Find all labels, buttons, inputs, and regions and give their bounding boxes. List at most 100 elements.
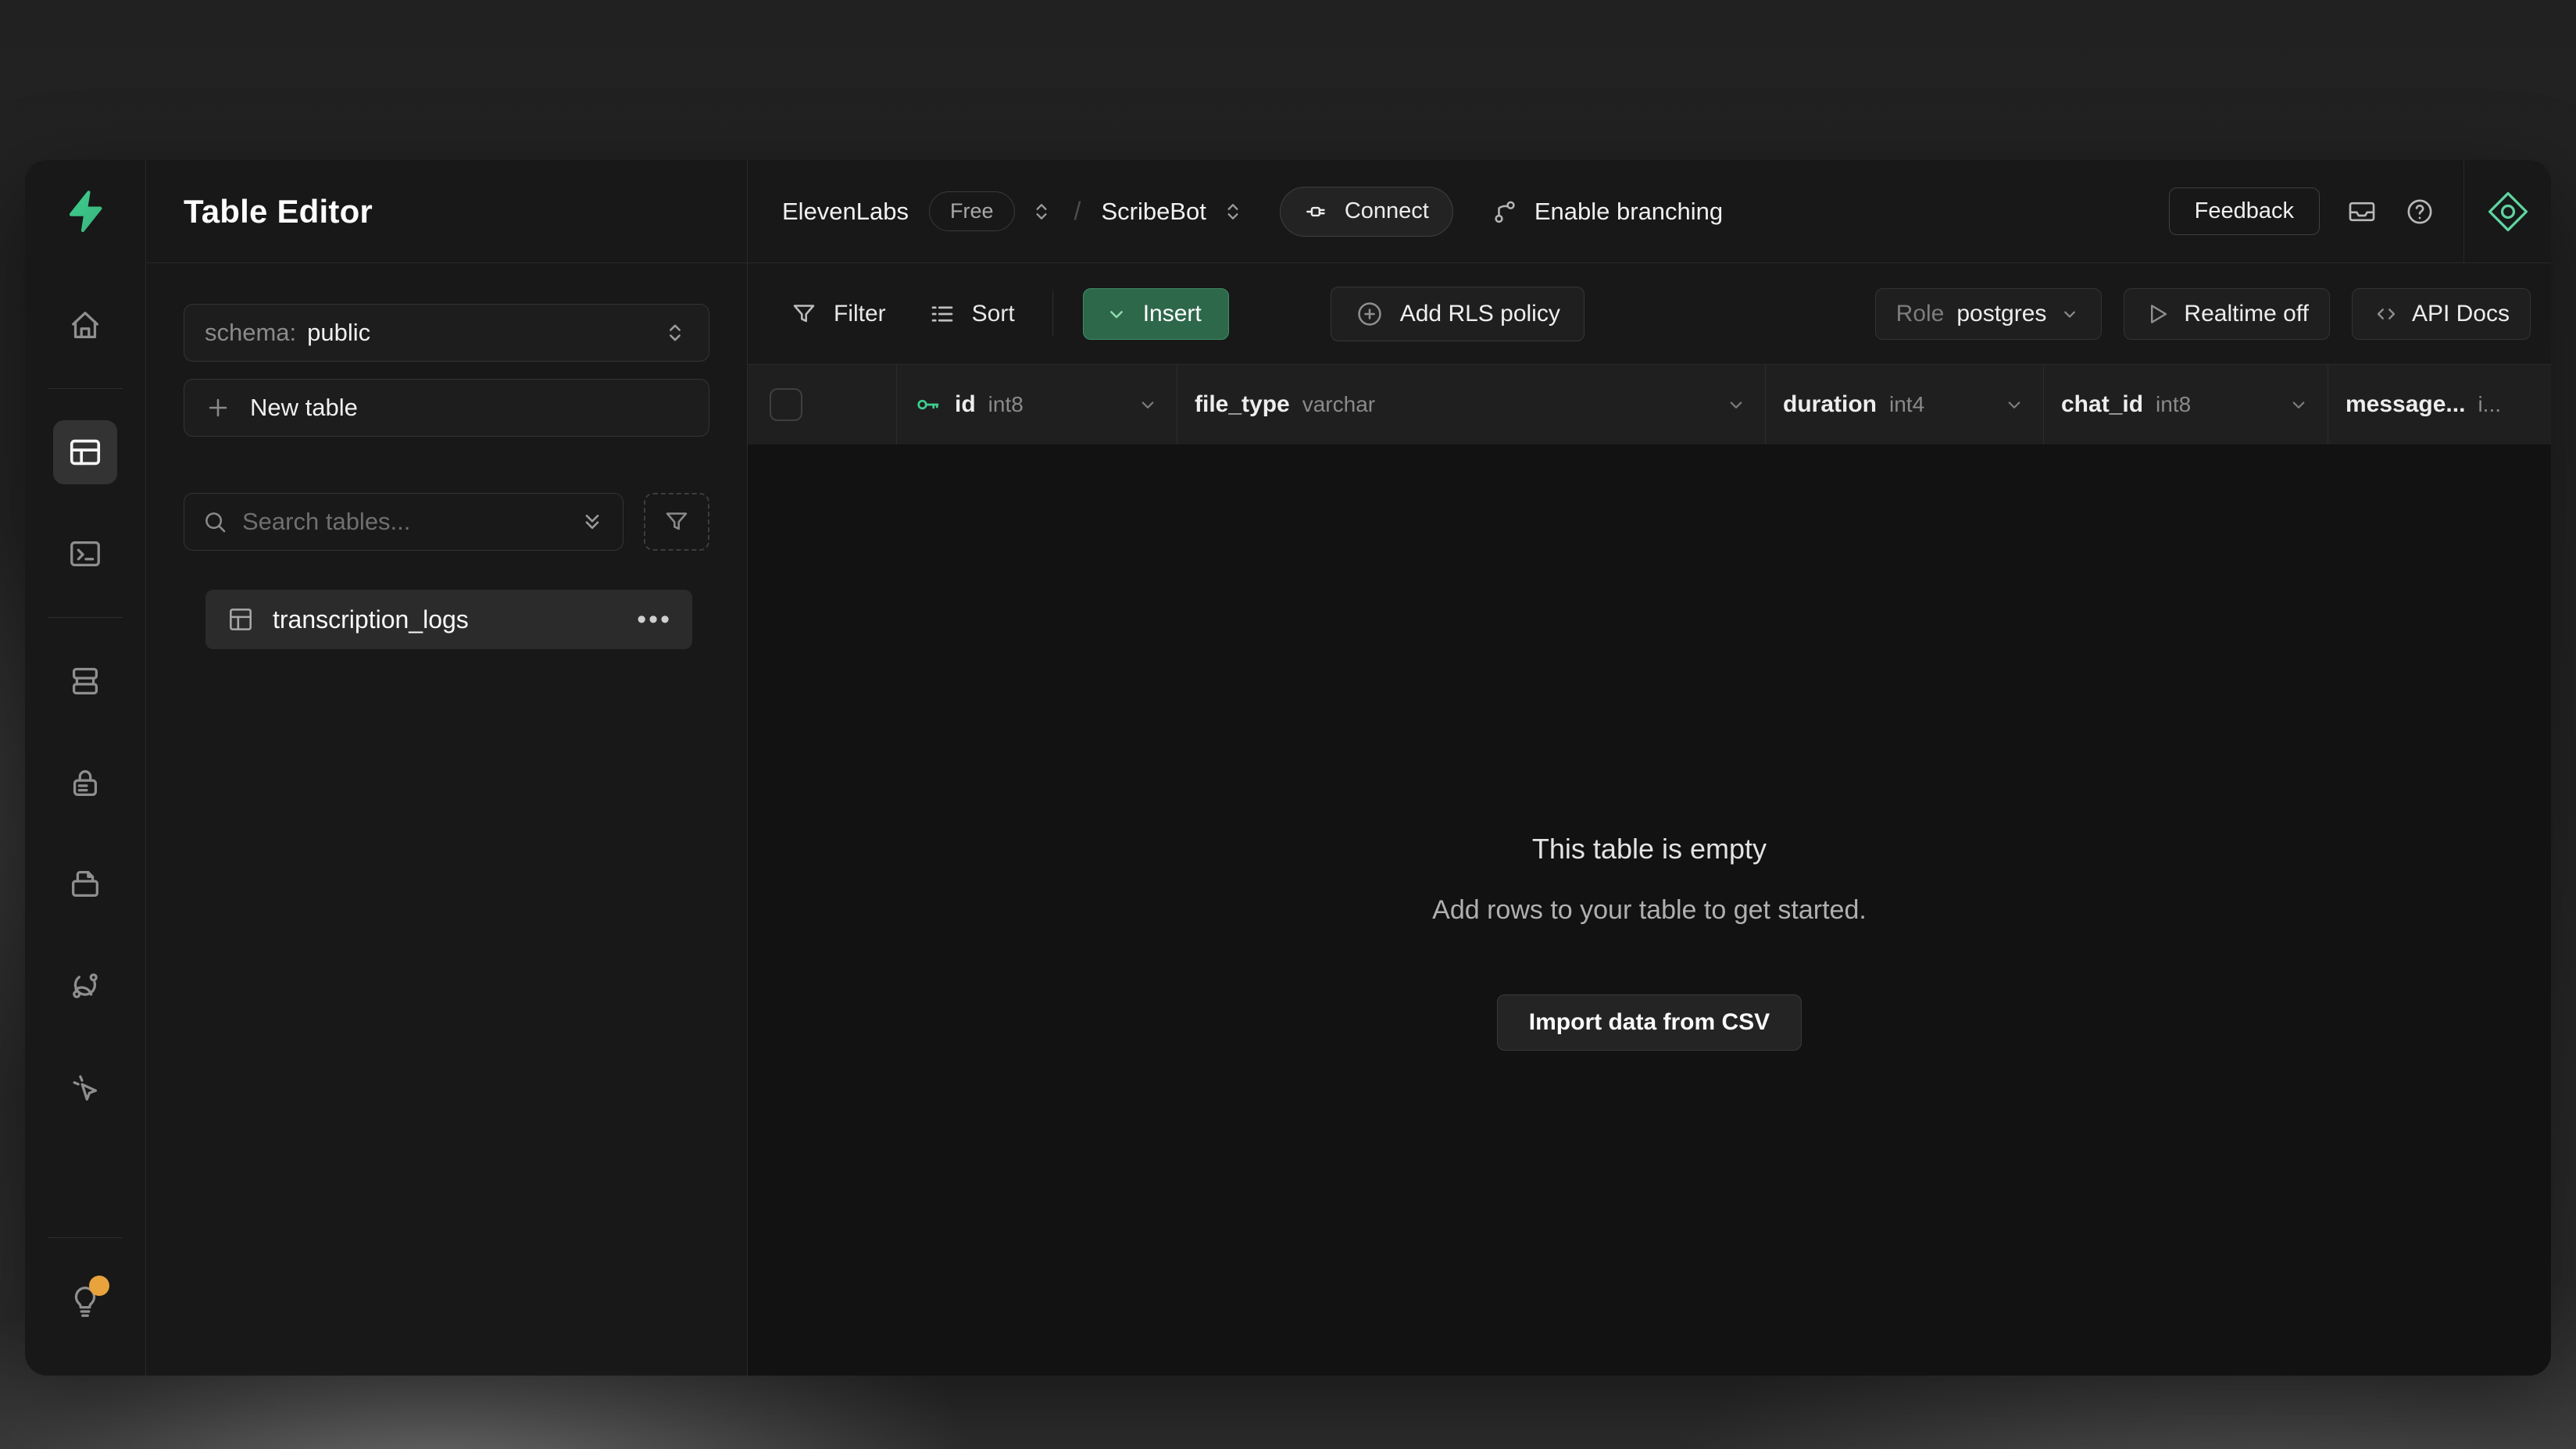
funnel-icon: [663, 508, 691, 536]
supabase-logo-icon[interactable]: [63, 188, 108, 234]
role-select[interactable]: Role postgres: [1875, 288, 2103, 340]
sidebar-item-advisors[interactable]: [53, 1055, 117, 1119]
sidebar-item-authentication[interactable]: [53, 751, 117, 815]
api-docs-label: API Docs: [2412, 301, 2510, 327]
realtime-toggle-button[interactable]: Realtime off: [2124, 288, 2330, 340]
edge-functions-icon: [67, 968, 103, 1004]
enable-branching-button[interactable]: Enable branching: [1491, 198, 1723, 226]
help-icon[interactable]: [2404, 196, 2435, 227]
sort-label: Sort: [972, 301, 1015, 327]
schema-select[interactable]: schema: public: [184, 304, 709, 362]
org-switcher-chevrons-icon[interactable]: [1029, 199, 1054, 224]
plan-badge[interactable]: Free: [929, 191, 1015, 231]
divider: [48, 617, 123, 618]
notification-dot: [89, 1276, 109, 1296]
git-branch-icon: [1491, 198, 1519, 226]
table-list-item-transcription-logs[interactable]: transcription_logs •••: [205, 590, 692, 649]
top-navigation: ElevenLabs Free / ScribeBot: [748, 160, 2551, 263]
assistant-panel-button[interactable]: [2463, 160, 2551, 262]
plus-icon: [205, 394, 231, 421]
add-rls-policy-label: Add RLS policy: [1400, 301, 1560, 327]
cursor-click-icon: [67, 1069, 103, 1105]
home-icon: [67, 307, 103, 343]
chevrons-down-double-icon[interactable]: [579, 509, 606, 535]
org-breadcrumb[interactable]: ElevenLabs: [782, 198, 909, 226]
column-header-duration[interactable]: duration int4: [1766, 365, 2044, 444]
filter-button[interactable]: Filter: [782, 300, 894, 328]
sidebar-item-table-editor[interactable]: [53, 420, 117, 484]
table-editor-icon: [67, 434, 103, 470]
nav-rail: [25, 160, 146, 1376]
column-header-file-type[interactable]: file_type varchar: [1177, 365, 1766, 444]
new-table-label: New table: [250, 394, 358, 422]
plus-circle-icon: [1355, 299, 1384, 329]
sidebar-item-home[interactable]: [53, 293, 117, 357]
table-editor-sidebar: Table Editor schema: public New table: [146, 160, 748, 1376]
sort-list-icon: [928, 300, 956, 328]
new-table-button[interactable]: New table: [184, 379, 709, 437]
role-label: Role: [1896, 301, 1945, 327]
column-header-message[interactable]: message... i...: [2328, 365, 2551, 444]
sidebar-item-updates[interactable]: [53, 1269, 117, 1333]
feedback-button[interactable]: Feedback: [2169, 187, 2320, 235]
realtime-broadcast-icon: [2145, 301, 2171, 327]
project-switcher-chevrons-icon[interactable]: [1220, 199, 1245, 224]
empty-state: This table is empty Add rows to your tab…: [1432, 833, 1867, 1051]
column-header-id[interactable]: id int8: [897, 365, 1177, 444]
chevron-down-icon[interactable]: [1724, 393, 1748, 416]
database-icon: [67, 663, 103, 699]
chevron-down-icon[interactable]: [1136, 393, 1159, 416]
divider: [48, 388, 123, 389]
sidebar-item-storage[interactable]: [53, 852, 117, 916]
grid-body: This table is empty Add rows to your tab…: [748, 445, 2551, 1376]
chevrons-up-down-icon: [662, 319, 688, 346]
project-breadcrumb[interactable]: ScribeBot: [1101, 198, 1206, 226]
sort-button[interactable]: Sort: [920, 300, 1023, 328]
column-header-chat-id[interactable]: chat_id int8: [2044, 365, 2328, 444]
select-all-cell: [748, 365, 897, 444]
assistant-diamond-icon: [2486, 190, 2530, 234]
role-value: postgres: [1956, 301, 2046, 327]
chevron-down-icon[interactable]: [2003, 393, 2026, 416]
sidebar-item-sql-editor[interactable]: [53, 522, 117, 586]
api-docs-button[interactable]: API Docs: [2352, 288, 2531, 340]
page-title: Table Editor: [184, 193, 373, 230]
breadcrumb-separator: /: [1074, 197, 1081, 226]
sidebar-item-edge-functions[interactable]: [53, 954, 117, 1018]
schema-select-value: public: [307, 319, 370, 347]
realtime-label: Realtime off: [2184, 301, 2309, 327]
sidebar-item-database[interactable]: [53, 649, 117, 713]
grid-toolbar: Filter Sort Insert: [748, 263, 2551, 365]
connect-button[interactable]: Connect: [1280, 187, 1453, 237]
enable-branching-label: Enable branching: [1535, 198, 1723, 226]
terminal-icon: [67, 536, 103, 572]
inbox-icon[interactable]: [2346, 196, 2378, 227]
search-icon: [202, 509, 228, 535]
filter-tables-button[interactable]: [644, 493, 709, 551]
empty-state-subtitle: Add rows to your table to get started.: [1432, 895, 1867, 926]
sidebar-header: Table Editor: [146, 160, 747, 263]
insert-button[interactable]: Insert: [1083, 288, 1229, 340]
lock-icon: [67, 765, 103, 801]
search-tables-box: [184, 493, 623, 551]
chevron-down-icon: [2059, 303, 2081, 325]
chevron-down-icon[interactable]: [2287, 393, 2310, 416]
schema-select-label: schema:: [205, 319, 296, 347]
insert-label: Insert: [1143, 301, 1202, 327]
main-area: ElevenLabs Free / ScribeBot: [748, 160, 2551, 1376]
empty-state-title: This table is empty: [1432, 833, 1867, 865]
divider: [48, 1237, 123, 1238]
table-icon: [226, 605, 255, 634]
primary-key-icon: [914, 391, 942, 419]
funnel-icon: [790, 300, 818, 328]
import-csv-button[interactable]: Import data from CSV: [1497, 994, 1802, 1051]
select-all-checkbox[interactable]: [770, 388, 802, 421]
add-rls-policy-button[interactable]: Add RLS policy: [1331, 287, 1585, 341]
storage-folder-icon: [67, 866, 103, 902]
divider: [1052, 291, 1053, 337]
search-tables-input[interactable]: [242, 508, 565, 536]
grid-header-row: id int8 file_type varchar duration int4: [748, 365, 2551, 445]
filter-label: Filter: [834, 301, 886, 327]
plug-icon: [1304, 198, 1331, 225]
chevron-down-icon: [1104, 302, 1129, 327]
